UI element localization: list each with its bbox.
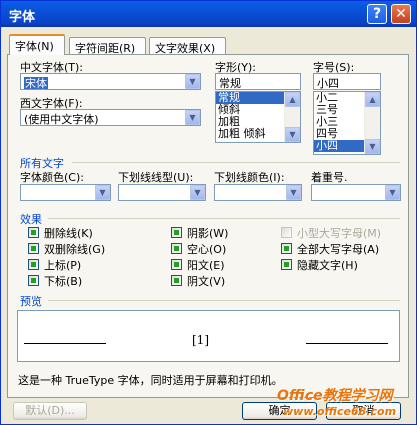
preview-box: [1] xyxy=(17,310,400,362)
font-style-list[interactable]: 常规 倾斜 加粗 加粗 倾斜 ▲ ▼ xyxy=(215,91,301,143)
font-size-list[interactable]: 小二 三号 小三 四号 小四 ▲ ▼ xyxy=(313,91,381,155)
emboss-label: 阳文(E) xyxy=(187,259,225,272)
font-tab-panel: 中文字体(T): 宋体 ▼ 西文字体(F): (使用中文字体) ▼ 字形(Y):… xyxy=(7,54,409,398)
tab-text-effects[interactable]: 文字效果(X) xyxy=(149,37,226,55)
scrollbar[interactable]: ▲ ▼ xyxy=(364,92,380,154)
chevron-down-icon[interactable]: ▼ xyxy=(385,185,400,200)
scroll-down-icon[interactable]: ▼ xyxy=(365,139,380,154)
outline-checkbox[interactable] xyxy=(171,243,182,254)
font-description: 这是一种 TrueType 字体，同时适用于屏幕和打印机。 xyxy=(18,374,283,387)
shadow-checkbox[interactable] xyxy=(171,227,182,238)
subscript-label: 下标(B) xyxy=(44,275,83,288)
font-style-input[interactable]: 常规 xyxy=(215,73,301,90)
chevron-down-icon[interactable]: ▼ xyxy=(185,110,200,125)
emboss-checkbox[interactable] xyxy=(171,259,182,270)
chinese-font-combo[interactable]: 宋体 ▼ xyxy=(20,73,201,90)
font-size-input[interactable]: 小四 xyxy=(313,73,381,90)
watermark-brand: Office教程学习网 xyxy=(277,388,393,404)
scroll-up-icon[interactable]: ▲ xyxy=(285,92,300,107)
effects-section-label: 效果 xyxy=(20,213,42,226)
scrollbar[interactable]: ▲ ▼ xyxy=(284,92,300,142)
preview-baseline-left xyxy=(24,343,106,344)
subscript-checkbox[interactable] xyxy=(28,275,39,286)
strikethrough-checkbox[interactable] xyxy=(28,227,39,238)
scroll-up-icon[interactable]: ▲ xyxy=(365,92,380,107)
double-strikethrough-label: 双删除线(G) xyxy=(44,243,106,256)
divider xyxy=(48,218,400,219)
shadow-label: 阴影(W) xyxy=(187,227,229,240)
divider xyxy=(72,162,400,163)
title-bar[interactable]: 字体 ? ✕ xyxy=(1,1,416,27)
font-dialog: 字体 ? ✕ 字体(N) 字符间距(R) 文字效果(X) 中文字体(T): 宋体… xyxy=(0,0,417,425)
emphasis-mark-label: 着重号. xyxy=(311,171,348,184)
outline-label: 空心(O) xyxy=(187,243,227,256)
all-caps-label: 全部大写字母(A) xyxy=(297,243,380,256)
chevron-down-icon[interactable]: ▼ xyxy=(286,185,301,200)
western-font-combo[interactable]: (使用中文字体) ▼ xyxy=(20,109,201,126)
tab-character-spacing[interactable]: 字符间距(R) xyxy=(69,37,146,55)
default-button[interactable]: 默认(D)... xyxy=(13,402,87,420)
small-caps-label: 小型大写字母(M) xyxy=(297,227,382,240)
strikethrough-label: 删除线(K) xyxy=(44,227,93,240)
small-caps-checkbox[interactable] xyxy=(281,227,292,238)
window-title: 字体 xyxy=(9,10,36,25)
divider xyxy=(48,300,400,301)
double-strikethrough-checkbox[interactable] xyxy=(28,243,39,254)
preview-baseline-right xyxy=(306,343,388,344)
hidden-text-label: 隐藏文字(H) xyxy=(297,259,358,272)
dialog-body: 字体(N) 字符间距(R) 文字效果(X) 中文字体(T): 宋体 ▼ 西文字体… xyxy=(1,27,416,424)
preview-section-label: 预览 xyxy=(20,295,42,308)
help-button[interactable]: ? xyxy=(367,4,387,24)
engrave-checkbox[interactable] xyxy=(171,275,182,286)
chinese-font-value: 宋体 xyxy=(24,77,48,90)
underline-type-label: 下划线线型(U): xyxy=(118,171,194,184)
preview-sample: [1] xyxy=(192,333,209,347)
watermark: Office教程学习网 www.office68.com xyxy=(277,385,396,418)
chevron-down-icon[interactable]: ▼ xyxy=(190,185,205,200)
underline-type-combo[interactable]: ▼ xyxy=(118,184,206,201)
scroll-down-icon[interactable]: ▼ xyxy=(285,127,300,142)
hidden-text-checkbox[interactable] xyxy=(281,259,292,270)
chevron-down-icon[interactable]: ▼ xyxy=(185,74,200,89)
engrave-label: 阴文(V) xyxy=(187,275,226,288)
tab-font[interactable]: 字体(N) xyxy=(9,34,65,55)
all-caps-checkbox[interactable] xyxy=(281,243,292,254)
superscript-checkbox[interactable] xyxy=(28,259,39,270)
emphasis-mark-combo[interactable]: ▼ xyxy=(311,184,401,201)
underline-color-label: 下划线颜色(I): xyxy=(214,171,285,184)
font-color-label: 字体颜色(C): xyxy=(20,171,84,184)
superscript-label: 上标(P) xyxy=(44,259,82,272)
watermark-url: www.office68.com xyxy=(283,405,397,418)
font-color-combo[interactable]: ▼ xyxy=(20,184,111,201)
western-font-value: (使用中文字体) xyxy=(24,113,99,126)
close-button[interactable]: ✕ xyxy=(391,4,411,24)
chevron-down-icon[interactable]: ▼ xyxy=(95,185,110,200)
underline-color-combo[interactable]: ▼ xyxy=(214,184,302,201)
